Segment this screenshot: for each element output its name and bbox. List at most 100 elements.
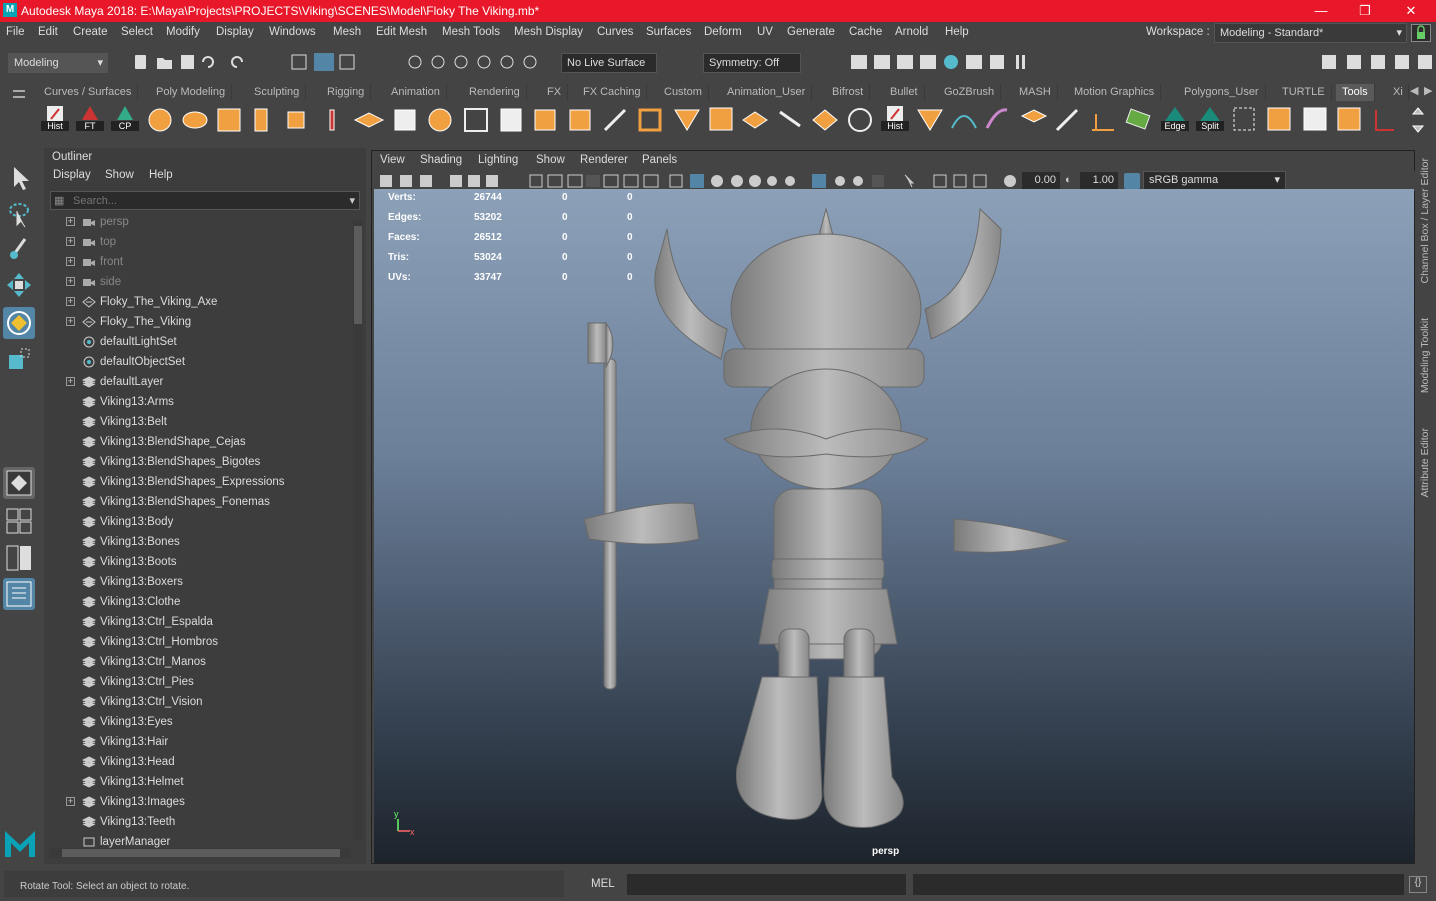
- outliner-menu-help[interactable]: Help: [149, 169, 173, 181]
- viewport-menu-shading[interactable]: Shading: [420, 154, 462, 166]
- outliner-row[interactable]: + front: [50, 252, 350, 272]
- 3d-viewport[interactable]: Verts: 26744 0 0 Edges: 53202 0 0 Faces: 26512 0 0 T…: [374, 189, 1414, 863]
- outliner-row[interactable]: + persp: [50, 212, 350, 232]
- close-button[interactable]: ✕: [1388, 0, 1434, 22]
- split-shelf-button[interactable]: Split: [1196, 103, 1224, 131]
- expand-icon[interactable]: +: [66, 297, 75, 306]
- script-editor-icon[interactable]: {}: [1409, 876, 1427, 893]
- menu-curves[interactable]: Curves: [597, 26, 633, 38]
- outliner-row[interactable]: defaultLightSet: [50, 332, 350, 352]
- outliner-row[interactable]: Viking13:Teeth: [50, 812, 350, 832]
- outliner-row[interactable]: defaultObjectSet: [50, 352, 350, 372]
- expand-icon[interactable]: +: [66, 797, 75, 806]
- outliner-row[interactable]: Viking13:Ctrl_Hombros: [50, 632, 350, 652]
- outliner-row[interactable]: + defaultLayer: [50, 372, 350, 392]
- edge-shelf-button[interactable]: Edge: [1161, 103, 1189, 131]
- paint-select-tool-icon[interactable]: [3, 233, 35, 265]
- outliner-row[interactable]: + top: [50, 232, 350, 252]
- expand-icon[interactable]: +: [66, 277, 75, 286]
- shelf-scroll-right-icon[interactable]: ▶: [1424, 84, 1432, 97]
- outliner-row[interactable]: Viking13:Body: [50, 512, 350, 532]
- menu-help[interactable]: Help: [945, 26, 969, 38]
- outliner-vertical-scrollbar[interactable]: [353, 220, 363, 840]
- menu-uv[interactable]: UV: [757, 26, 773, 38]
- outliner-row[interactable]: Viking13:Arms: [50, 392, 350, 412]
- menu-display[interactable]: Display: [216, 26, 254, 38]
- shelf-tab-fx[interactable]: FX: [541, 84, 569, 101]
- rotate-tool-icon[interactable]: [3, 307, 35, 339]
- menu-arnold[interactable]: Arnold: [895, 26, 928, 38]
- viewport-menu-panels[interactable]: Panels: [642, 154, 677, 166]
- menu-deform[interactable]: Deform: [704, 26, 742, 38]
- expand-icon[interactable]: +: [66, 237, 75, 246]
- outliner-row[interactable]: Viking13:Bones: [50, 532, 350, 552]
- hist2-shelf-button[interactable]: Hist: [881, 103, 909, 131]
- scale-tool-icon[interactable]: [3, 343, 35, 375]
- scroll-thumb[interactable]: [354, 226, 362, 324]
- mel-command-input[interactable]: [627, 874, 906, 895]
- workspace-dropdown[interactable]: Modeling - Standard* ▾: [1214, 23, 1407, 43]
- viking-character-model[interactable]: [374, 189, 1414, 863]
- menu-cache[interactable]: Cache: [849, 26, 882, 38]
- outliner-row[interactable]: Viking13:Eyes: [50, 712, 350, 732]
- menu-windows[interactable]: Windows: [269, 26, 316, 38]
- outliner-menu-display[interactable]: Display: [53, 169, 91, 181]
- move-tool-icon[interactable]: [3, 269, 35, 301]
- cp-shelf-button[interactable]: CP: [111, 103, 139, 131]
- outliner-row[interactable]: Viking13:Helmet: [50, 772, 350, 792]
- shelf-tab-tools[interactable]: Tools: [1336, 84, 1375, 101]
- shelf-tab-custom[interactable]: Custom: [658, 84, 709, 101]
- outliner-row[interactable]: Viking13:Hair: [50, 732, 350, 752]
- menu-select[interactable]: Select: [121, 26, 153, 38]
- outliner-row[interactable]: Viking13:Clothe: [50, 592, 350, 612]
- viewport-menu-show[interactable]: Show: [536, 154, 565, 166]
- shelf-tab-xi[interactable]: Xi: [1387, 84, 1409, 101]
- exposure-field[interactable]: 0.00: [1022, 172, 1060, 189]
- shelf-tab-gozbrush[interactable]: GoZBrush: [938, 84, 1002, 101]
- menu-mesh[interactable]: Mesh: [333, 26, 361, 38]
- shelf-tab-curves-surfaces[interactable]: Curves / Surfaces: [38, 84, 139, 101]
- outliner-row[interactable]: Viking13:Belt: [50, 412, 350, 432]
- shelf-tool-icons-3[interactable]: [1230, 102, 1436, 138]
- outliner-row[interactable]: + Floky_The_Viking: [50, 312, 350, 332]
- outliner-row[interactable]: Viking13:BlendShapes_Fonemas: [50, 492, 350, 512]
- single-view-layout-icon[interactable]: [3, 467, 35, 499]
- viewport-menu-renderer[interactable]: Renderer: [580, 154, 628, 166]
- shelf-tab-polygons-user[interactable]: Polygons_User: [1178, 84, 1266, 101]
- menu-mesh-display[interactable]: Mesh Display: [514, 26, 583, 38]
- shelf-tool-icons-2[interactable]: [914, 102, 1154, 138]
- select-tool-icon[interactable]: [3, 161, 35, 193]
- menu-generate[interactable]: Generate: [787, 26, 835, 38]
- menu-edit-mesh[interactable]: Edit Mesh: [376, 26, 427, 38]
- tab-attribute-editor[interactable]: Attribute Editor: [1419, 428, 1431, 497]
- menu-create[interactable]: Create: [73, 26, 108, 38]
- outliner-row[interactable]: Viking13:Boots: [50, 552, 350, 572]
- shelf-tab-rigging[interactable]: Rigging: [321, 84, 372, 101]
- tab-channel-box-layer-editor[interactable]: Channel Box / Layer Editor: [1419, 158, 1431, 284]
- shelf-tab-sculpting[interactable]: Sculpting: [248, 84, 307, 101]
- shelf-tab-rendering[interactable]: Rendering: [463, 84, 527, 101]
- outliner-row[interactable]: Viking13:Ctrl_Espalda: [50, 612, 350, 632]
- menu-surfaces[interactable]: Surfaces: [646, 26, 691, 38]
- expand-icon[interactable]: +: [66, 257, 75, 266]
- outliner-row[interactable]: + Floky_The_Viking_Axe: [50, 292, 350, 312]
- shelf-tab-turtle[interactable]: TURTLE: [1276, 84, 1332, 101]
- viewport-menu-view[interactable]: View: [380, 154, 405, 166]
- outliner-row[interactable]: Viking13:Boxers: [50, 572, 350, 592]
- expand-icon[interactable]: +: [66, 217, 75, 226]
- outliner-layout-icon[interactable]: [3, 578, 35, 610]
- menu-file[interactable]: File: [6, 26, 25, 38]
- outliner-horizontal-scrollbar[interactable]: [50, 848, 350, 858]
- two-view-layout-icon[interactable]: [3, 542, 35, 574]
- hist-shelf-button[interactable]: Hist: [41, 103, 69, 131]
- outliner-row[interactable]: Viking13:BlendShape_Cejas: [50, 432, 350, 452]
- scroll-thumb[interactable]: [62, 849, 340, 857]
- shelf-tab-poly-modeling[interactable]: Poly Modeling: [150, 84, 233, 101]
- lock-icon[interactable]: [1411, 24, 1431, 42]
- outliner-row[interactable]: + side: [50, 272, 350, 292]
- color-management-icon[interactable]: [1124, 173, 1140, 189]
- outliner-row[interactable]: layerManager: [50, 832, 350, 848]
- viewport-menu-lighting[interactable]: Lighting: [478, 154, 518, 166]
- shelf-scroll-left-icon[interactable]: ◀: [1410, 84, 1418, 97]
- outliner-row[interactable]: Viking13:Ctrl_Pies: [50, 672, 350, 692]
